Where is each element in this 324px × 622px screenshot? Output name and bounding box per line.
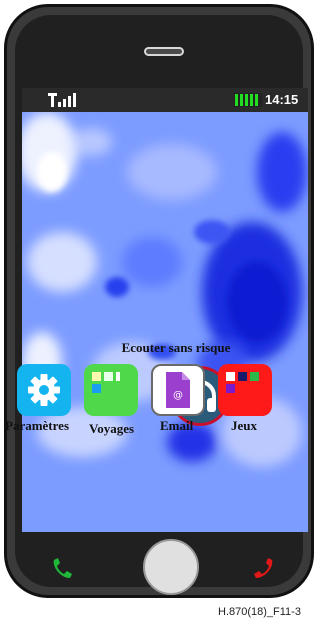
email-app-label: Email [160,418,194,433]
settings-app-label: Paramètres [5,418,70,433]
voyages-app-label: Voyages [89,421,135,436]
status-bar: 14:15 [22,88,308,112]
svg-text:@: @ [173,390,183,401]
voyages-app-icon[interactable] [84,364,138,416]
hangup-icon[interactable] [250,556,276,582]
settings-app-icon[interactable] [17,364,71,416]
email-app-icon[interactable]: @ [151,364,205,416]
signal-strength-icon [48,93,76,107]
battery-icon [234,93,262,107]
home-button[interactable] [143,539,199,595]
email-document-icon: @ [166,372,190,408]
figure-caption: H.870(18)_F11-3 [218,606,301,618]
jeux-app-icon[interactable] [218,364,272,416]
tiles-icon [92,372,120,393]
gear-icon [28,374,60,406]
tiles-icon [226,372,259,393]
wallpaper [22,112,308,532]
call-icon[interactable] [50,556,76,582]
phone-screen: 14:15 [22,88,308,532]
earpiece-speaker [144,47,184,56]
jeux-app-label: Jeux [231,418,257,433]
featured-app-label: Ecouter sans risque [121,340,231,355]
clock: 14:15 [265,92,299,107]
